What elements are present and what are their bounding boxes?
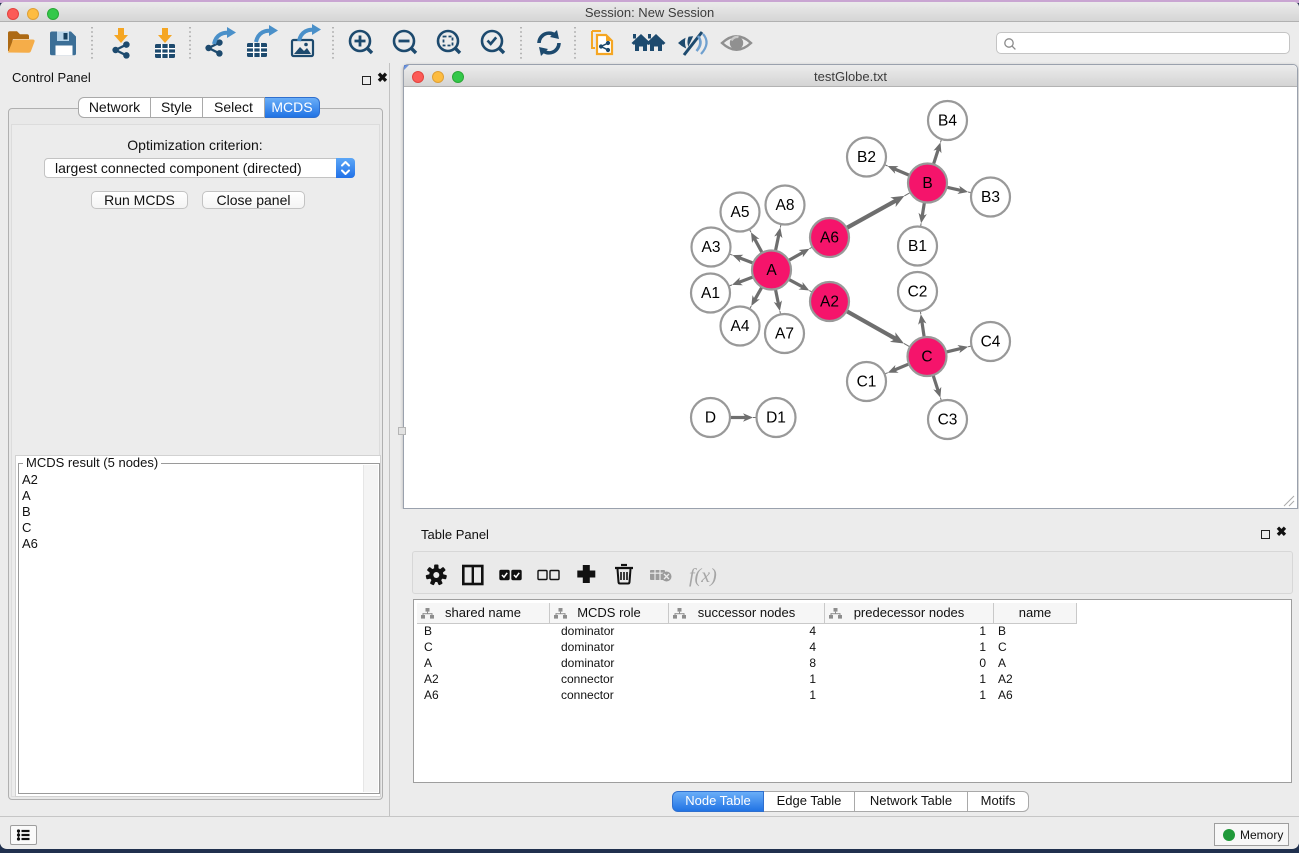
- svg-text:f(x): f(x): [689, 565, 717, 587]
- svg-text:C4: C4: [981, 334, 1001, 351]
- svg-text:B: B: [922, 175, 932, 192]
- svg-text:C2: C2: [908, 284, 928, 301]
- svg-text:C: C: [921, 349, 932, 366]
- svg-text:C3: C3: [938, 412, 958, 429]
- svg-text:A4: A4: [731, 318, 750, 335]
- svg-text:D1: D1: [766, 410, 786, 427]
- svg-text:A: A: [766, 262, 777, 279]
- svg-text:B4: B4: [938, 113, 957, 130]
- svg-text:B3: B3: [981, 189, 1000, 206]
- svg-text:C1: C1: [857, 374, 877, 391]
- svg-text:A7: A7: [775, 326, 794, 343]
- svg-text:A6: A6: [820, 230, 839, 247]
- svg-text:A3: A3: [702, 239, 721, 256]
- svg-text:A2: A2: [820, 294, 839, 311]
- svg-text:D: D: [705, 410, 716, 427]
- svg-text:A8: A8: [776, 197, 795, 214]
- svg-text:A1: A1: [701, 285, 720, 302]
- svg-text:A5: A5: [731, 204, 750, 221]
- svg-text:B2: B2: [857, 149, 876, 166]
- svg-text:B1: B1: [908, 238, 927, 255]
